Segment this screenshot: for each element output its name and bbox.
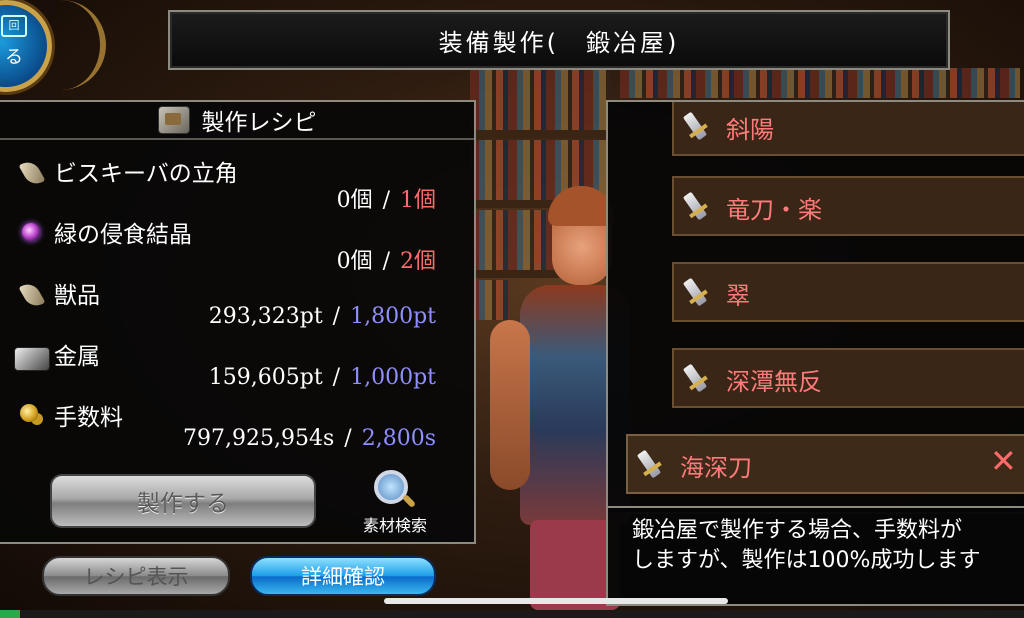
have-amount: 159,605pt <box>208 365 323 390</box>
recipe-panel: 製作レシピ ビスキーバの立角 0個 / 1個 緑の侵食結晶 0個 / 2個 獣品 293… <box>0 100 476 544</box>
weapon-name: 海深刀 <box>680 454 752 482</box>
material-amount: 797,925,954s / 2,800s <box>183 426 436 451</box>
magnifier-icon <box>374 470 408 504</box>
craft-button[interactable]: 製作する <box>50 474 316 528</box>
have-amount: 293,323pt <box>208 304 323 329</box>
weapon-name: 翠 <box>726 282 750 310</box>
sword-icon <box>682 277 708 307</box>
material-search-label: 素材検索 <box>362 516 427 535</box>
need-amount: 1,800pt <box>350 304 436 329</box>
recipe-title: 製作レシピ <box>201 110 317 136</box>
material-amount: 0個 / 2個 <box>337 243 436 275</box>
recipe-header: 製作レシピ <box>0 102 474 140</box>
material-row: 獣品 293,323pt / 1,800pt <box>0 274 474 334</box>
sword-icon <box>682 111 708 141</box>
need-amount: 1,000pt <box>350 365 436 390</box>
material-row: 緑の侵食結晶 0個 / 2個 <box>0 213 474 275</box>
amount-separator: / <box>382 249 390 274</box>
menu-icon: 回 <box>1 15 27 37</box>
horn-icon <box>18 157 46 189</box>
material-name: 獣品 <box>54 283 100 309</box>
blacksmith-character <box>490 186 630 610</box>
amount-separator: / <box>332 365 341 390</box>
progress-fill <box>0 610 21 618</box>
details-label: 詳細確認 <box>301 565 385 589</box>
weapon-name: 竜刀・楽 <box>726 196 822 224</box>
title-bar: 装備製作( 鍛冶屋) <box>168 10 950 70</box>
list-item[interactable]: 竜刀・楽 <box>672 176 1024 236</box>
sword-icon <box>636 449 662 479</box>
list-item[interactable]: 翠 <box>672 262 1024 322</box>
material-name: 手数料 <box>54 405 123 431</box>
sword-icon <box>682 363 708 393</box>
list-item[interactable]: 斜陽 <box>672 102 1024 156</box>
metal-ingot-icon <box>14 347 50 371</box>
progress-bar <box>0 610 1024 618</box>
material-name: 緑の侵食結晶 <box>54 222 192 248</box>
home-indicator[interactable] <box>384 598 728 604</box>
material-amount: 159,605pt / 1,000pt <box>209 365 436 390</box>
weapon-list[interactable]: 斜陽 竜刀・楽 翠 深潭無反 海深刀 ✕ <box>606 100 1024 514</box>
material-name: 金属 <box>54 344 100 370</box>
need-amount: 1個 <box>400 188 436 213</box>
material-amount: 0個 / 1個 <box>337 182 436 214</box>
have-amount: 0個 <box>336 188 373 213</box>
page-title: 装備製作( 鍛冶屋) <box>438 28 680 57</box>
material-amount: 293,323pt / 1,800pt <box>209 304 436 329</box>
recipe-view-label: レシピ表示 <box>83 565 189 589</box>
have-amount: 0個 <box>336 249 373 274</box>
need-amount: 2,800s <box>361 426 436 451</box>
need-amount: 2個 <box>400 249 436 274</box>
material-name: ビスキーバの立角 <box>54 161 238 187</box>
close-icon[interactable]: ✕ <box>990 442 1017 480</box>
recipe-book-icon <box>157 106 190 134</box>
craft-button-label: 製作する <box>137 491 229 517</box>
description-panel: 鍛冶屋で製作する場合、手数料が しますが、製作は100%成功します <box>606 506 1024 606</box>
claw-icon <box>18 279 46 311</box>
material-row: ビスキーバの立角 0個 / 1個 <box>0 152 474 214</box>
weapon-name: 斜陽 <box>726 116 774 144</box>
amount-separator: / <box>344 426 352 451</box>
crystal-icon <box>22 223 40 241</box>
recipe-view-button[interactable]: レシピ表示 <box>42 556 230 596</box>
coins-icon <box>20 404 38 422</box>
amount-separator: / <box>382 188 390 213</box>
weapon-name: 深潭無反 <box>726 368 822 396</box>
description-text: 鍛冶屋で製作する場合、手数料が しますが、製作は100%成功します <box>632 518 981 573</box>
round-button-label: る <box>5 47 23 68</box>
amount-separator: / <box>332 304 341 329</box>
list-item-selected[interactable]: 海深刀 ✕ <box>626 434 1024 494</box>
sword-icon <box>682 191 708 221</box>
have-amount: 797,925,954s <box>183 426 335 451</box>
material-row: 金属 159,605pt / 1,000pt <box>0 335 474 395</box>
material-search-button[interactable]: 素材検索 <box>350 470 440 535</box>
material-row: 手数料 797,925,954s / 2,800s <box>0 396 474 456</box>
details-button[interactable]: 詳細確認 <box>250 556 436 596</box>
list-item[interactable]: 深潭無反 <box>672 348 1024 408</box>
